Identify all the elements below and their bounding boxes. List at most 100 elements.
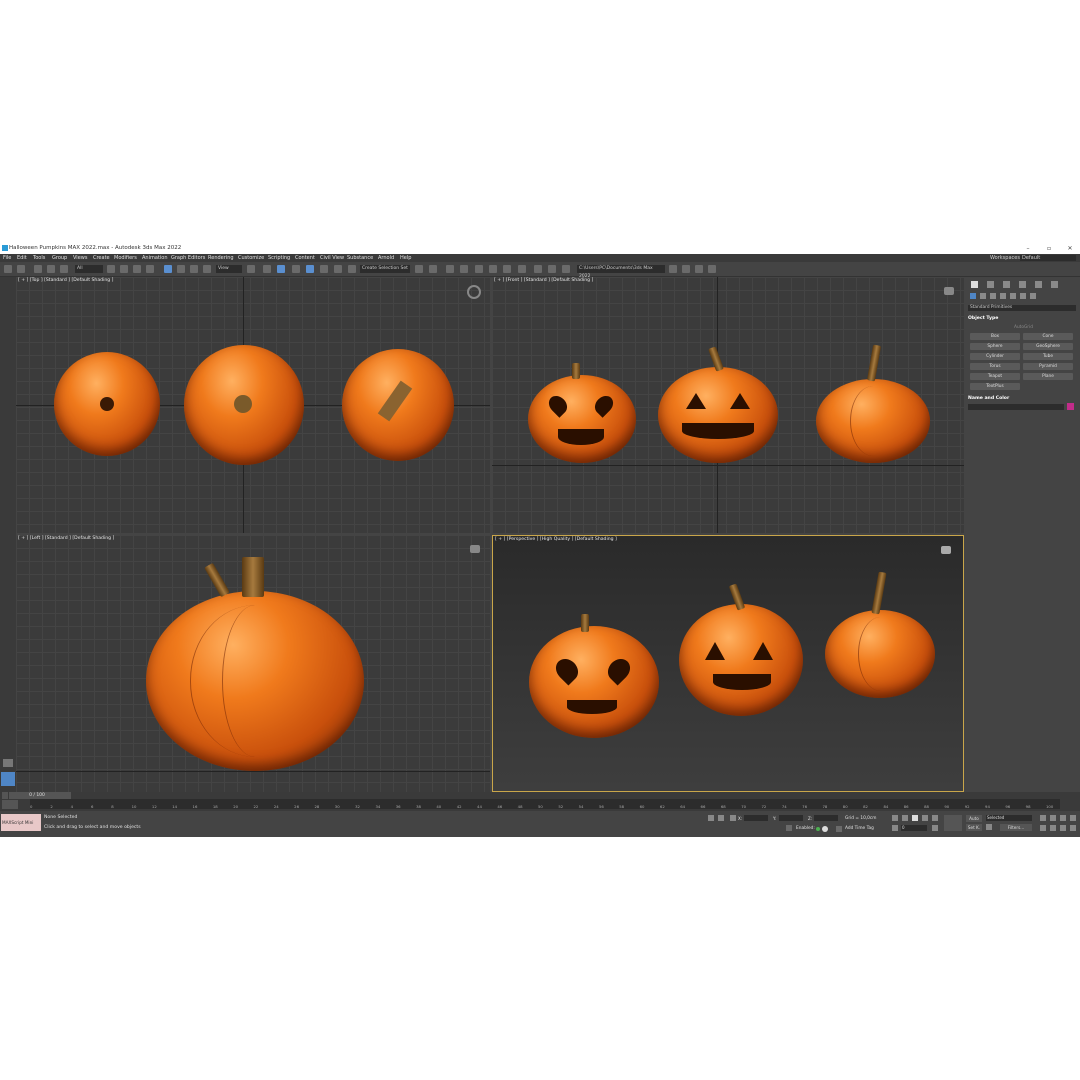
lock-selection-icon[interactable] bbox=[718, 815, 724, 821]
pumpkin-top-3[interactable] bbox=[342, 349, 454, 461]
jack-o-lantern-heart-eyes[interactable] bbox=[528, 375, 636, 463]
viewport-layout-icon[interactable] bbox=[1, 772, 15, 786]
field-of-view-icon[interactable] bbox=[1040, 825, 1046, 831]
curve-editor-icon[interactable] bbox=[489, 265, 497, 273]
pumpkin-top-1[interactable] bbox=[54, 352, 160, 456]
play-icon[interactable] bbox=[912, 815, 918, 821]
select-scale-icon[interactable] bbox=[190, 265, 198, 273]
timeline-ruler[interactable]: 0 2 4 6 8 10 12 14 16 18 20 22 24 26 28 30 32 34 36 38 40 42 4… bbox=[30, 799, 1060, 809]
create-tab-icon[interactable] bbox=[971, 281, 978, 288]
sphere-button[interactable]: Sphere bbox=[970, 343, 1020, 350]
align-icon[interactable] bbox=[429, 265, 437, 273]
cone-button[interactable]: Cone bbox=[1023, 333, 1073, 340]
box-button[interactable]: Box bbox=[970, 333, 1020, 340]
select-object-icon[interactable] bbox=[107, 265, 115, 273]
minimize-button[interactable]: – bbox=[1018, 243, 1038, 254]
isolate-icon[interactable] bbox=[708, 815, 714, 821]
project-path-dropdown[interactable]: C:\Users\PC\Documents\3ds Max 2022 bbox=[577, 265, 665, 279]
window-crossing-icon[interactable] bbox=[146, 265, 154, 273]
link-icon[interactable] bbox=[34, 265, 42, 273]
tube-button[interactable]: Tube bbox=[1023, 353, 1073, 360]
textplus-button[interactable]: TextPlus bbox=[970, 383, 1020, 390]
menu-create[interactable]: Create bbox=[93, 254, 110, 262]
display-tab-icon[interactable] bbox=[1035, 281, 1042, 288]
time-configuration-icon[interactable] bbox=[932, 825, 938, 831]
menu-substance[interactable]: Substance bbox=[347, 254, 373, 262]
view-cube-icon[interactable] bbox=[470, 545, 480, 553]
percent-snap-icon[interactable] bbox=[320, 265, 328, 273]
set-project-icon[interactable] bbox=[695, 265, 703, 273]
view-cube-icon[interactable] bbox=[941, 546, 951, 554]
selection-filter-dropdown[interactable]: All bbox=[75, 265, 103, 273]
spinner-snap-icon[interactable] bbox=[334, 265, 342, 273]
zoom-all-icon[interactable] bbox=[1050, 815, 1056, 821]
pumpkin-side-view[interactable] bbox=[146, 591, 364, 771]
enabled-indicator-icon[interactable] bbox=[816, 827, 820, 831]
time-slider[interactable]: 0 / 100 bbox=[9, 792, 65, 799]
scene-explorer-icon[interactable] bbox=[446, 265, 454, 273]
pan-view-icon[interactable] bbox=[1050, 825, 1056, 831]
rendered-frame-icon[interactable] bbox=[548, 265, 556, 273]
menu-modifiers[interactable]: Modifiers bbox=[114, 254, 137, 262]
curve-editor-toggle-icon[interactable] bbox=[2, 800, 18, 809]
menu-group[interactable]: Group bbox=[52, 254, 67, 262]
key-filter-dropdown[interactable]: Selected bbox=[986, 815, 1032, 821]
project-folder-icon[interactable] bbox=[669, 265, 677, 273]
next-frame-icon[interactable] bbox=[65, 792, 71, 799]
add-time-tag-label[interactable]: Add Time Tag bbox=[845, 826, 874, 831]
viewport-front[interactable]: [ + ] [Front ] [Standard ] [Default Shad… bbox=[492, 277, 964, 533]
ref-coord-dropdown[interactable]: View bbox=[216, 265, 242, 273]
viewport-perspective[interactable]: [ + ] [Perspective ] [High Quality ] [De… bbox=[492, 535, 964, 792]
geometry-icon[interactable] bbox=[970, 293, 976, 299]
placement-icon[interactable] bbox=[203, 265, 211, 273]
menu-graph-editors[interactable]: Graph Editors bbox=[171, 254, 205, 262]
jack-o-lantern-heart-eyes[interactable] bbox=[529, 626, 659, 738]
restore-button[interactable]: ▫ bbox=[1039, 243, 1059, 254]
object-color-swatch[interactable] bbox=[1067, 403, 1074, 410]
key-mode-icon[interactable] bbox=[892, 825, 898, 831]
menu-civil-view[interactable]: Civil View bbox=[320, 254, 344, 262]
maximize-viewport-icon[interactable] bbox=[1070, 825, 1076, 831]
steering-wheel-icon[interactable] bbox=[467, 285, 481, 299]
key-filters-button[interactable]: Filters... bbox=[1000, 824, 1032, 831]
z-coordinate-field[interactable] bbox=[814, 815, 838, 821]
edit-named-selection-icon[interactable] bbox=[348, 265, 356, 273]
cylinder-button[interactable]: Cylinder bbox=[970, 353, 1020, 360]
menu-animation[interactable]: Animation bbox=[142, 254, 168, 262]
autogrid-checkbox[interactable]: AutoGrid bbox=[1014, 325, 1033, 330]
menu-file[interactable]: File bbox=[3, 254, 11, 262]
viewport-label[interactable]: [ + ] [Left ] [Standard ] [Default Shadi… bbox=[18, 536, 114, 541]
menu-edit[interactable]: Edit bbox=[17, 254, 27, 262]
view-cube-icon[interactable] bbox=[944, 287, 954, 295]
pumpkin-plain[interactable] bbox=[816, 379, 930, 463]
pyramid-button[interactable]: Pyramid bbox=[1023, 363, 1073, 370]
menu-arnold[interactable]: Arnold bbox=[378, 254, 394, 262]
select-manipulate-icon[interactable] bbox=[263, 265, 271, 273]
systems-icon[interactable] bbox=[1030, 293, 1036, 299]
menu-help[interactable]: Help bbox=[400, 254, 411, 262]
modify-tab-icon[interactable] bbox=[987, 281, 994, 288]
render-setup-icon[interactable] bbox=[534, 265, 542, 273]
redo-icon[interactable] bbox=[17, 265, 25, 273]
material-editor-icon[interactable] bbox=[518, 265, 526, 273]
shapes-icon[interactable] bbox=[980, 293, 986, 299]
create-project-icon[interactable] bbox=[708, 265, 716, 273]
motion-tab-icon[interactable] bbox=[1019, 281, 1026, 288]
select-move-icon[interactable] bbox=[164, 265, 172, 273]
go-to-start-icon[interactable] bbox=[892, 815, 898, 821]
utilities-tab-icon[interactable] bbox=[1051, 281, 1058, 288]
space-warps-icon[interactable] bbox=[1020, 293, 1026, 299]
key-filter-icon[interactable] bbox=[986, 824, 992, 830]
absolute-mode-icon[interactable] bbox=[730, 815, 736, 821]
prev-frame-icon[interactable] bbox=[2, 792, 8, 799]
previous-key-icon[interactable] bbox=[902, 815, 908, 821]
pumpkin-plain[interactable] bbox=[825, 610, 935, 698]
viewport-label[interactable]: [ + ] [Top ] [Standard ] [Default Shadin… bbox=[18, 278, 113, 283]
unlink-icon[interactable] bbox=[47, 265, 55, 273]
expand-arrow-icon[interactable] bbox=[3, 759, 13, 767]
y-coordinate-field[interactable] bbox=[779, 815, 803, 821]
hierarchy-tab-icon[interactable] bbox=[1003, 281, 1010, 288]
torus-button[interactable]: Torus bbox=[970, 363, 1020, 370]
helpers-icon[interactable] bbox=[1010, 293, 1016, 299]
named-selection-dropdown[interactable]: Create Selection Set bbox=[360, 265, 410, 273]
